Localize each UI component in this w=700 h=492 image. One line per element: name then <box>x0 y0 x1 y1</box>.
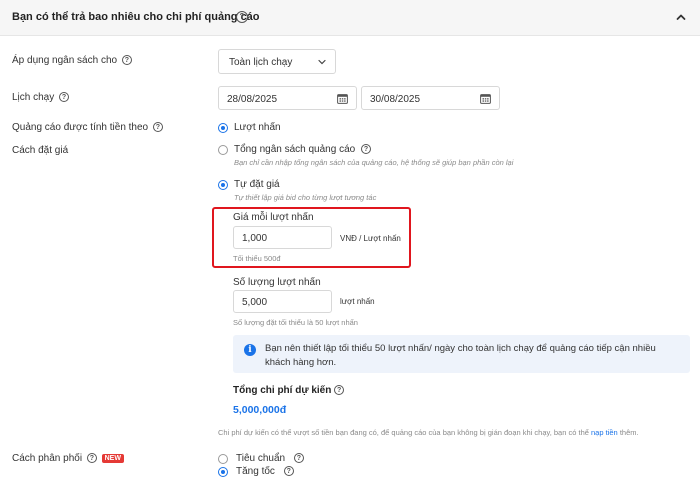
bidding-label-text: Cách đặt giá <box>12 145 69 156</box>
help-icon[interactable]: ? <box>293 453 304 464</box>
budget-scope-label-text: Áp dụng ngân sách cho <box>12 55 118 66</box>
help-icon[interactable]: ? <box>121 55 132 66</box>
chevron-down-icon <box>318 59 326 65</box>
distribution-standard-label: Tiêu chuẩn <box>236 453 286 464</box>
info-banner: i Bạn nên thiết lập tối thiểu 50 lượt nh… <box>233 335 690 373</box>
chevron-up-icon[interactable] <box>676 12 686 22</box>
click-count-unit: lượt nhấn <box>340 297 375 306</box>
calendar-icon[interactable] <box>337 93 348 104</box>
distribution-standard-option: Tiêu chuẩn ? <box>236 453 304 464</box>
price-per-click-min: Tối thiểu 500đ <box>233 254 281 263</box>
info-text: Bạn nên thiết lập tối thiểu 50 lượt nhấn… <box>265 343 656 368</box>
charging-label-text: Quảng cáo được tính tiền theo <box>12 122 149 133</box>
click-count-input[interactable]: 5,000 <box>233 290 332 313</box>
estimated-total-label-text: Tổng chi phí dự kiến <box>233 385 332 396</box>
help-icon[interactable]: ? <box>334 385 345 396</box>
estimated-cost-note: Chi phí dự kiến có thể vượt số tiền bạn … <box>218 428 639 437</box>
help-icon[interactable]: ? <box>283 466 294 477</box>
note-suffix: thêm. <box>619 428 639 437</box>
help-icon[interactable]: ? <box>59 92 70 103</box>
budget-scope-select[interactable]: Toàn lịch chạy <box>218 49 336 74</box>
charging-click-label: Lượt nhấn <box>234 122 281 133</box>
total-budget-hint: Bạn chỉ cần nhập tổng ngân sách của quản… <box>234 158 514 167</box>
info-icon: i <box>244 344 256 356</box>
bidding-label: Cách đặt giá <box>12 145 68 156</box>
manual-bid-radio[interactable] <box>218 180 228 190</box>
start-date-input[interactable]: 28/08/2025 <box>218 86 357 110</box>
budget-scope-label: Áp dụng ngân sách cho ? <box>12 55 132 66</box>
new-badge: NEW <box>101 453 124 463</box>
help-icon[interactable]: ? <box>361 144 371 155</box>
estimated-total-label: Tổng chi phí dự kiến ? <box>233 385 345 396</box>
total-budget-label: Tổng ngân sách quảng cáo <box>234 144 356 155</box>
distribution-fast-label: Tăng tốc <box>236 466 275 477</box>
note-prefix: Chi phí dự kiến có thể vượt số tiền bạn … <box>218 428 589 437</box>
total-budget-radio[interactable] <box>218 145 228 155</box>
distribution-label-text: Cách phân phối <box>12 453 83 464</box>
budget-scope-value: Toàn lịch chạy <box>229 57 293 68</box>
end-date-input[interactable]: 30/08/2025 <box>361 86 500 110</box>
help-icon[interactable]: ? <box>236 11 248 23</box>
section-title: Bạn có thể trả bao nhiêu cho chi phí quả… <box>12 11 260 23</box>
start-date-value: 28/08/2025 <box>227 94 278 105</box>
estimated-total-value: 5,000,000đ <box>233 404 287 416</box>
price-per-click-unit: VNĐ / Lượt nhấn <box>340 234 401 243</box>
end-date-value: 30/08/2025 <box>370 94 421 105</box>
click-count-min: Số lượng đặt tối thiểu là 50 lượt nhấn <box>233 318 358 327</box>
distribution-standard-radio[interactable] <box>218 454 228 464</box>
section-header[interactable]: Bạn có thể trả bao nhiêu cho chi phí quả… <box>0 0 700 36</box>
charging-click-radio[interactable] <box>218 123 228 133</box>
price-per-click-label: Giá mỗi lượt nhấn <box>233 212 314 223</box>
distribution-fast-radio[interactable] <box>218 467 228 477</box>
price-per-click-value: 1,000 <box>242 233 268 244</box>
top-up-link[interactable]: nạp tiền <box>591 428 618 437</box>
schedule-label: Lịch chạy ? <box>12 92 70 103</box>
click-count-label: Số lượng lượt nhấn <box>233 277 321 288</box>
help-icon[interactable]: ? <box>152 122 163 133</box>
total-budget-option: Tổng ngân sách quảng cáo ? <box>234 144 371 155</box>
price-per-click-input[interactable]: 1,000 <box>233 226 332 249</box>
click-count-value: 5,000 <box>242 297 268 308</box>
distribution-fast-option: Tăng tốc ? <box>236 466 294 477</box>
manual-bid-label: Tự đặt giá <box>234 179 280 190</box>
manual-bid-hint: Tự thiết lập giá bid cho từng lượt tương… <box>234 193 377 202</box>
calendar-icon[interactable] <box>480 93 491 104</box>
schedule-label-text: Lịch chạy <box>12 92 55 103</box>
distribution-label: Cách phân phối ? NEW <box>12 453 124 464</box>
charging-label: Quảng cáo được tính tiền theo ? <box>12 122 163 133</box>
help-icon[interactable]: ? <box>86 453 97 464</box>
